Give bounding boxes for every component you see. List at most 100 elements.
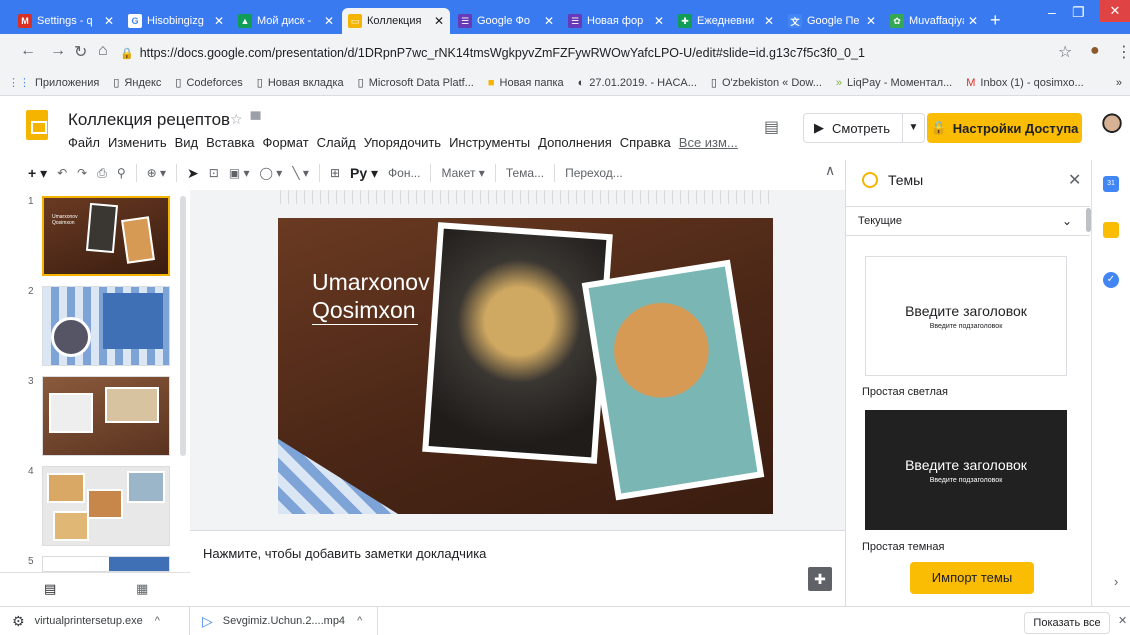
- text-box-icon[interactable]: ⊡: [209, 166, 219, 180]
- themes-section-dropdown[interactable]: Текущие ⌄: [846, 206, 1090, 236]
- menu-addons[interactable]: Дополнения: [538, 135, 612, 150]
- calendar-icon[interactable]: 31: [1103, 176, 1119, 192]
- browser-tab[interactable]: ✚ Ежедневни ✕: [672, 8, 780, 34]
- bookmark-item[interactable]: » LiqPay - Моментал...: [836, 77, 952, 89]
- avatar[interactable]: [1100, 112, 1124, 144]
- minimize-button[interactable]: –: [1048, 4, 1056, 20]
- download-item[interactable]: ▷ Sevgimiz.Uchun.2....mp4 ^: [190, 607, 378, 635]
- present-button[interactable]: ▶ Смотреть ▼: [803, 113, 925, 143]
- close-window-button[interactable]: ✕: [1100, 0, 1130, 22]
- new-tab-button[interactable]: +: [990, 10, 1001, 31]
- bookmark-item[interactable]: ▯ Codeforces: [175, 76, 242, 90]
- maximize-button[interactable]: ❐: [1072, 4, 1085, 21]
- input-tools-button[interactable]: Ру ▾: [350, 165, 378, 182]
- slide-thumbnail-2[interactable]: [42, 286, 170, 366]
- close-tab-icon[interactable]: ✕: [214, 14, 224, 28]
- menu-slide[interactable]: Слайд: [317, 135, 356, 150]
- menu-format[interactable]: Формат: [262, 135, 308, 150]
- zoom-icon[interactable]: ⊕ ▾: [147, 166, 166, 180]
- bookmark-item[interactable]: ▯ Новая вкладка: [257, 76, 344, 90]
- new-slide-icon[interactable]: + ▾: [28, 165, 47, 182]
- bookmark-item[interactable]: M Inbox (1) - qosimxo...: [966, 77, 1084, 89]
- image-icon[interactable]: ▣ ▾: [229, 166, 250, 180]
- close-tab-icon[interactable]: ✕: [968, 14, 978, 28]
- close-icon[interactable]: ✕: [1118, 614, 1127, 627]
- folder-icon[interactable]: ▀: [251, 111, 269, 127]
- add-comment-icon[interactable]: ⊞: [330, 166, 340, 180]
- bookmark-item[interactable]: ⋮⋮ Приложения: [8, 76, 99, 90]
- speaker-notes[interactable]: [190, 530, 845, 606]
- menu-tools[interactable]: Инструменты: [449, 135, 530, 150]
- select-icon[interactable]: ➤: [187, 165, 199, 182]
- slide-thumbnail-4[interactable]: [42, 466, 170, 546]
- paint-format-icon[interactable]: ⚲: [117, 166, 126, 180]
- background-button[interactable]: Фон...: [388, 166, 420, 180]
- browser-tab[interactable]: M Settings - q ✕: [12, 8, 120, 34]
- star-icon[interactable]: ☆: [1058, 42, 1072, 62]
- layout-button[interactable]: Макет ▾: [441, 166, 484, 180]
- redo-icon[interactable]: ↷: [77, 166, 87, 180]
- theme-card-dark[interactable]: Введите заголовок Введите подзаголовок: [865, 410, 1067, 530]
- menu-arrange[interactable]: Упорядочить: [364, 135, 441, 150]
- address-bar[interactable]: 🔒 https://docs.google.com/presentation/d…: [116, 40, 1096, 66]
- bookmark-item[interactable]: ▯ Яндекс: [113, 76, 161, 90]
- browser-tab-active[interactable]: ▭ Коллекция ✕: [342, 8, 450, 34]
- slide-thumbnail-1[interactable]: Umarxonov Qosimxon: [42, 196, 170, 276]
- slide-thumbnail-3[interactable]: [42, 376, 170, 456]
- grid-view-icon[interactable]: ▦: [136, 581, 148, 597]
- show-all-downloads-button[interactable]: Показать все: [1024, 612, 1110, 634]
- filmstrip-scrollbar[interactable]: [180, 196, 186, 456]
- undo-icon[interactable]: ↶: [57, 166, 67, 180]
- browser-tab[interactable]: ☰ Google Фо ✕: [452, 8, 560, 34]
- import-theme-button[interactable]: Импорт темы: [910, 562, 1034, 594]
- browser-tab[interactable]: ✿ Muvaffaqiya ✕: [884, 8, 984, 34]
- star-icon[interactable]: ☆: [230, 111, 251, 127]
- reload-icon[interactable]: ↻: [74, 42, 87, 62]
- tasks-icon[interactable]: ✓: [1103, 272, 1119, 288]
- theme-button[interactable]: Тема...: [506, 166, 544, 180]
- filmstrip-view-icon[interactable]: ▤: [44, 581, 56, 597]
- browser-tab[interactable]: 文 Google Пе ✕: [782, 8, 882, 34]
- bookmark-item[interactable]: ■ Новая папка: [488, 77, 564, 89]
- menu-view[interactable]: Вид: [175, 135, 199, 150]
- menu-file[interactable]: Файл: [68, 135, 100, 150]
- present-dropdown-icon[interactable]: ▼: [902, 114, 924, 142]
- home-icon[interactable]: ⌂: [98, 42, 108, 60]
- line-icon[interactable]: ╲ ▾: [292, 166, 309, 180]
- collapse-toolbar-icon[interactable]: ∧: [825, 162, 835, 179]
- close-tab-icon[interactable]: ✕: [654, 14, 664, 28]
- shape-icon[interactable]: ◯ ▾: [260, 166, 283, 180]
- browser-tab[interactable]: ▲ Мой диск - ✕: [232, 8, 340, 34]
- last-edit-link[interactable]: Все изм...: [679, 135, 738, 150]
- print-icon[interactable]: ⎙: [97, 166, 107, 181]
- close-icon[interactable]: ✕: [1068, 170, 1081, 190]
- speaker-notes-placeholder[interactable]: Нажмите, чтобы добавить заметки докладчи…: [203, 546, 486, 561]
- close-tab-icon[interactable]: ✕: [104, 14, 114, 28]
- menu-help[interactable]: Справка: [620, 135, 671, 150]
- browser-tab[interactable]: G Hisobingizg ✕: [122, 8, 230, 34]
- bookmarks-overflow-button[interactable]: »: [1116, 77, 1122, 89]
- menu-insert[interactable]: Вставка: [206, 135, 254, 150]
- forward-icon[interactable]: →: [50, 42, 66, 60]
- download-item[interactable]: ⚙ virtualprintersetup.exe ^: [0, 607, 190, 635]
- slide-thumbnail-5[interactable]: [42, 556, 170, 572]
- slides-logo-icon[interactable]: [26, 110, 48, 140]
- share-button[interactable]: 🔒 Настройки Доступа: [927, 113, 1082, 143]
- pasta-photo[interactable]: [422, 222, 613, 464]
- chevron-up-icon[interactable]: ^: [357, 615, 362, 627]
- explore-icon[interactable]: ✚: [808, 567, 832, 591]
- expand-side-panel-icon[interactable]: ›: [1114, 574, 1118, 589]
- theme-card-light[interactable]: Введите заголовок Введите подзаголовок: [865, 256, 1067, 376]
- bookmark-item[interactable]: ▯ O'zbekiston « Dow...: [711, 76, 822, 90]
- transition-button[interactable]: Переход...: [565, 166, 623, 180]
- back-icon[interactable]: ←: [20, 42, 36, 60]
- browser-tab[interactable]: ☰ Новая фор ✕: [562, 8, 670, 34]
- bookmark-item[interactable]: ◐ 27.01.2019. - HACA...: [578, 77, 697, 89]
- document-title[interactable]: Коллекция рецептов: [68, 110, 230, 130]
- close-tab-icon[interactable]: ✕: [866, 14, 876, 28]
- slide-title[interactable]: Umarxonov Qosimxon: [312, 268, 430, 324]
- keep-icon[interactable]: [1103, 222, 1119, 238]
- close-tab-icon[interactable]: ✕: [764, 14, 774, 28]
- menu-edit[interactable]: Изменить: [108, 135, 167, 150]
- close-tab-icon[interactable]: ✕: [434, 14, 444, 28]
